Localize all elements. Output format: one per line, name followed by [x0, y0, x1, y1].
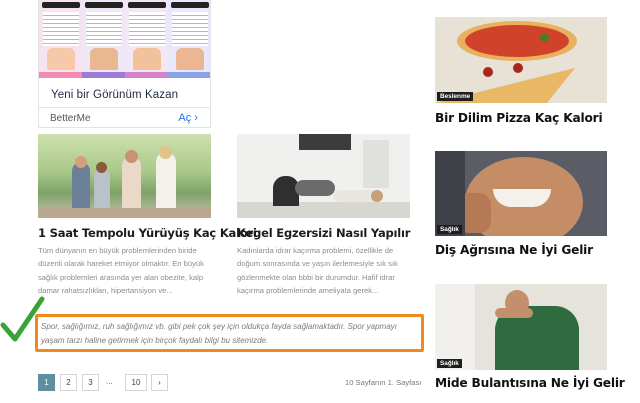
ad-image-panel [168, 0, 210, 78]
pagination-ellipsis: ... [106, 377, 113, 386]
site-description: Spor, sağlığımız, ruh sağlığımız vb. gib… [41, 322, 397, 345]
nausea-post-image[interactable]: Sağlık [435, 284, 607, 370]
ad-image-panel [125, 0, 169, 78]
walking-post-image[interactable] [38, 134, 211, 218]
ad-brand: BetterMe [50, 113, 91, 124]
category-badge[interactable]: Beslenme [437, 92, 474, 101]
ad-image-panel [82, 0, 126, 78]
toothache-post-image[interactable]: Sağlık [435, 151, 607, 236]
post-title[interactable]: 1 Saat Tempolu Yürüyüş Kaç Kalori [38, 226, 257, 240]
category-badge[interactable]: Sağlık [437, 225, 462, 234]
page-3-button[interactable]: 3 [82, 374, 99, 391]
page-1-button[interactable]: 1 [38, 374, 55, 391]
chevron-right-icon[interactable]: › [158, 378, 161, 387]
ad-footer: BetterMe Aç › [39, 107, 210, 128]
ad-card[interactable]: Yeni bir Görünüm Kazan BetterMe Aç › [38, 0, 211, 128]
pizza-post-image[interactable]: Beslenme [435, 17, 607, 103]
ad-image[interactable] [39, 0, 210, 78]
ad-open-button[interactable]: Aç › [178, 112, 198, 124]
post-excerpt: Tüm dünyanın en büyük problemlerinden bi… [38, 246, 204, 295]
post-excerpt: Kadınlarda idrar kaçırma problemi, özell… [237, 246, 398, 295]
kegel-post-image[interactable] [237, 134, 410, 218]
ad-image-panel [39, 0, 83, 78]
ad-open-label[interactable]: Aç [178, 112, 191, 124]
sidebar-post-title[interactable]: Bir Dilim Pizza Kaç Kalori [435, 111, 603, 125]
post-title[interactable]: Kegel Egzersizi Nasıl Yapılır [237, 226, 410, 240]
next-page-button[interactable]: › [151, 374, 168, 391]
category-badge[interactable]: Sağlık [437, 359, 462, 368]
chevron-right-icon[interactable]: › [194, 112, 198, 124]
pagination-info: 10 Sayfanın 1. Sayfası [345, 378, 422, 387]
page-2-button[interactable]: 2 [60, 374, 77, 391]
ad-title[interactable]: Yeni bir Görünüm Kazan [51, 89, 178, 101]
page-10-button[interactable]: 10 [125, 374, 147, 391]
sidebar-post-title[interactable]: Diş Ağrısına Ne İyi Gelir [435, 243, 593, 257]
highlighted-site-description: Spor, sağlığımız, ruh sağlığımız vb. gib… [35, 314, 424, 352]
sidebar-post-title[interactable]: Mide Bulantısına Ne İyi Gelir [435, 376, 625, 390]
